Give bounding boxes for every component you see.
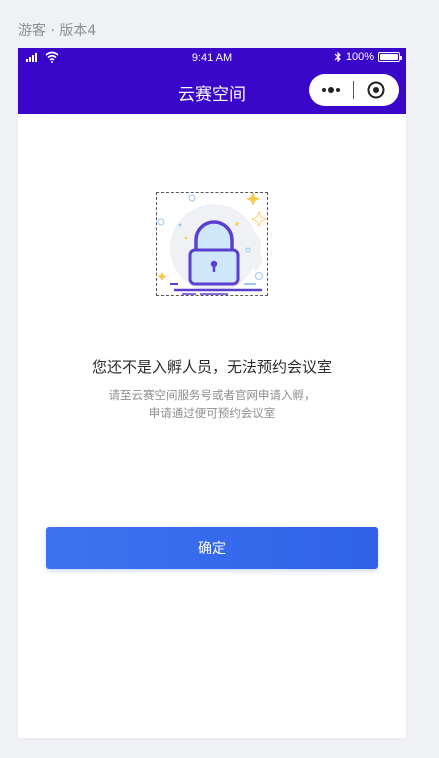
mini-program-capsule bbox=[309, 74, 399, 106]
more-dots-icon bbox=[322, 87, 340, 93]
nav-bar: 云赛空间 bbox=[18, 68, 406, 114]
no-access-description: 请至云赛空间服务号或者官网申请入孵， 申请通过便可预约会议室 bbox=[18, 386, 406, 422]
close-button[interactable] bbox=[354, 74, 398, 106]
phone-screen: 9:41 AM 100% 云赛空间 您还不是入孵人员，无法预约会议室 请至云赛空… bbox=[18, 48, 406, 738]
description-line: 申请通过便可预约会议室 bbox=[148, 406, 276, 420]
page-version-label: 游客 · 版本4 bbox=[18, 23, 97, 39]
confirm-button[interactable]: 确定 bbox=[46, 527, 378, 569]
status-bar: 9:41 AM 100% bbox=[18, 48, 406, 68]
more-button[interactable] bbox=[309, 74, 353, 106]
description-line: 请至云赛空间服务号或者官网申请入孵， bbox=[108, 388, 316, 402]
bluetooth-icon bbox=[334, 51, 341, 63]
battery-percent: 100% bbox=[345, 51, 374, 63]
locked-illustration bbox=[156, 192, 268, 296]
battery-icon bbox=[378, 52, 402, 62]
close-circle-icon bbox=[367, 81, 385, 99]
illustration-selection-frame bbox=[156, 192, 268, 296]
no-access-headline: 您还不是入孵人员，无法预约会议室 bbox=[91, 358, 332, 376]
